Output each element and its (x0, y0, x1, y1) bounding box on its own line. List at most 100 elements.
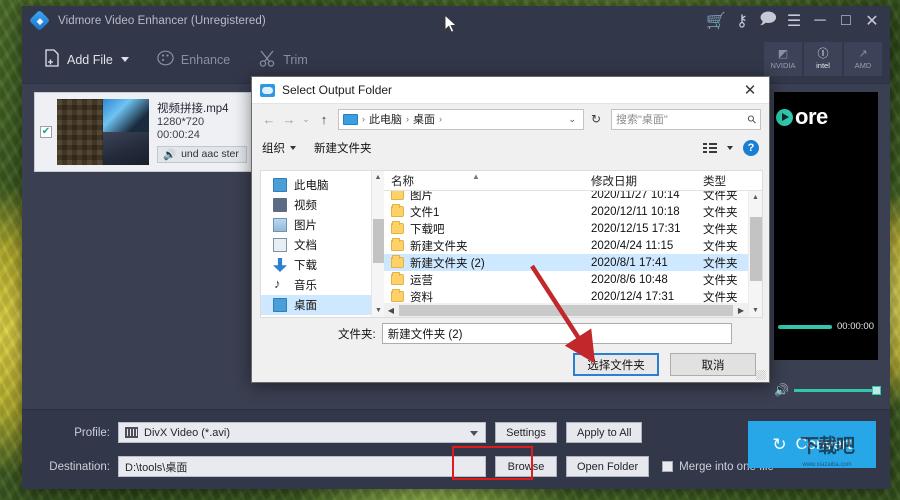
forward-icon[interactable]: → (280, 112, 298, 127)
minimize-icon[interactable]: ─ (808, 9, 832, 33)
feedback-icon[interactable]: 🗩 (756, 9, 780, 33)
open-folder-button[interactable]: Open Folder (566, 456, 650, 477)
trim-label: Trim (283, 52, 308, 67)
gpu-badge-nvidia[interactable]: ◩ NVIDIA (764, 42, 802, 76)
close-icon[interactable]: ✕ (860, 9, 884, 33)
tree-scrollbar[interactable]: ▲ ▼ (371, 171, 384, 317)
file-select-checkbox[interactable]: ✔ (40, 126, 52, 138)
key-icon[interactable]: ⚷ (730, 9, 754, 33)
select-folder-button[interactable]: 选择文件夹 (573, 353, 659, 376)
row-type-cell: 文件夹 (703, 274, 738, 287)
desktop-background: ◆ Vidmore Video Enhancer (Unregistered) … (0, 0, 900, 500)
scroll-up-icon[interactable]: ▲ (749, 191, 762, 204)
vertical-scrollbar-thumb[interactable] (750, 217, 762, 281)
apply-to-all-button[interactable]: Apply to All (566, 422, 643, 443)
dialog-close-icon[interactable]: ✕ (731, 77, 769, 104)
tree-item-pictures[interactable]: 图片 (261, 215, 371, 235)
chevron-down-icon[interactable]: ⌄ (568, 114, 579, 125)
row-name-label: 新建文件夹 (2) (410, 257, 485, 270)
preview-time: 00:00:00 (837, 321, 874, 332)
breadcrumb-desktop[interactable]: 桌面 (413, 111, 435, 127)
play-icon[interactable] (776, 108, 793, 126)
folder-name-input[interactable]: 新建文件夹 (2) (381, 323, 732, 344)
refresh-icon[interactable]: ↻ (586, 112, 606, 126)
add-file-button[interactable]: Add File (44, 49, 129, 70)
tree-item-this-pc[interactable]: 此电脑 (261, 175, 371, 195)
site-watermark: 下载吧 www.xiazaiba.com (766, 431, 888, 489)
column-header-date[interactable]: 修改日期 (584, 173, 696, 189)
organize-menu[interactable]: 组织 (262, 140, 296, 156)
volume-speaker-icon[interactable]: 🔊 (774, 384, 789, 396)
back-icon[interactable]: ← (260, 112, 278, 127)
merge-checkbox[interactable] (662, 461, 674, 472)
enhance-button[interactable]: Enhance (157, 50, 230, 69)
address-bar[interactable]: › 此电脑 › 桌面 › ⌄ (338, 108, 584, 130)
up-one-level-icon[interactable]: ↑ (314, 112, 334, 127)
file-list-horizontal-scrollbar[interactable]: ◀ ▶ (384, 303, 748, 317)
seek-bar[interactable] (778, 324, 833, 329)
gpu-badge-intel[interactable]: Ⓘ intel (804, 42, 842, 76)
intel-icon: Ⓘ (817, 47, 829, 60)
gpu-badge-amd[interactable]: ↗ AMD (844, 42, 882, 76)
preview-seek-row[interactable]: 00:00:00 (774, 321, 878, 332)
video-preview-panel[interactable]: ore 00:00:00 (774, 92, 878, 360)
row-type-cell: 文件夹 (703, 257, 738, 270)
tree-item-music[interactable]: 音乐 (261, 275, 371, 295)
breadcrumb-separator: › (439, 114, 442, 124)
table-row-selected[interactable]: 新建文件夹 (2) 2020/8/1 17:41 文件夹 (384, 254, 762, 271)
volume-slider[interactable] (793, 385, 881, 395)
cart-icon[interactable]: 🛒 (704, 9, 728, 33)
scroll-right-icon[interactable]: ▶ (734, 306, 748, 315)
table-row[interactable]: 运营 2020/8/6 10:48 文件夹 (384, 271, 762, 288)
scroll-down-icon[interactable]: ▼ (749, 304, 762, 317)
profile-select[interactable]: DivX Video (*.avi) (118, 422, 486, 443)
speaker-icon: 🔊 (163, 148, 177, 161)
tree-item-desktop[interactable]: 桌面 (261, 295, 371, 315)
column-header-type[interactable]: 类型 (696, 173, 746, 189)
cancel-button[interactable]: 取消 (670, 353, 756, 376)
chevron-down-icon[interactable] (727, 146, 733, 150)
row-type-cell: 文件夹 (703, 223, 738, 236)
row-date-cell: 2020/4/24 11:15 (591, 239, 674, 252)
file-list-vertical-scrollbar[interactable]: ▲ ▼ (748, 191, 762, 317)
column-header-name[interactable]: 名称 (384, 173, 584, 189)
scroll-left-icon[interactable]: ◀ (384, 306, 398, 315)
preview-brand-text: ore (795, 104, 828, 129)
trim-button[interactable]: Trim (258, 50, 308, 70)
tree-item-label: 文档 (294, 240, 317, 252)
recent-locations-icon[interactable]: ⌄ (300, 114, 312, 125)
tree-scrollbar-thumb[interactable] (373, 219, 384, 263)
amd-icon: ↗ (858, 47, 868, 60)
new-folder-button[interactable]: 新建文件夹 (314, 140, 372, 156)
tree-item-downloads[interactable]: 下载 (261, 255, 371, 275)
help-icon[interactable]: ? (743, 140, 759, 156)
view-layout-icon[interactable] (703, 142, 717, 154)
audio-track-selector[interactable]: 🔊 und aac ster (157, 145, 247, 163)
breadcrumb-this-pc[interactable]: 此电脑 (369, 111, 402, 127)
tree-item-videos[interactable]: 视频 (261, 195, 371, 215)
browse-button[interactable]: Browse (495, 456, 557, 477)
table-row[interactable]: 下载吧 2020/12/15 17:31 文件夹 (384, 220, 762, 237)
horizontal-scrollbar-thumb[interactable] (399, 304, 733, 316)
menu-icon[interactable]: ☰ (782, 9, 806, 33)
table-row[interactable]: 资料 2020/12/4 17:31 文件夹 (384, 288, 762, 303)
dialog-footer: 文件夹: 新建文件夹 (2) 选择文件夹 取消 (252, 323, 769, 376)
settings-button[interactable]: Settings (495, 422, 557, 443)
dialog-resize-grip[interactable] (756, 370, 766, 380)
file-select-checkbox-wrap[interactable]: ✔ (35, 126, 57, 138)
navigation-tree[interactable]: 此电脑 视频 图片 文档 下载 ♪ 音乐 桌面 (261, 171, 371, 317)
search-icon[interactable]: ⚲ (745, 112, 759, 126)
file-list-item[interactable]: ✔ 视频拼接.mp4 1280*720 00:00:24 🔊 und aac s… (34, 92, 262, 172)
scroll-up-icon[interactable]: ▲ (372, 171, 384, 184)
table-row[interactable]: 新建文件夹 2020/4/24 11:15 文件夹 (384, 237, 762, 254)
search-input[interactable]: 搜索"桌面" ⚲ (611, 108, 761, 130)
destination-input[interactable]: D:\tools\桌面 (118, 456, 486, 477)
table-row[interactable]: 图片 2020/11/27 10:14 文件夹 (384, 191, 762, 203)
tree-item-documents[interactable]: 文档 (261, 235, 371, 255)
volume-slider-knob[interactable] (872, 385, 881, 395)
maximize-icon[interactable]: □ (834, 9, 858, 33)
chevron-down-icon[interactable] (470, 431, 478, 436)
row-name-cell: 文件1 (384, 204, 584, 220)
volume-control[interactable]: 🔊 (774, 381, 881, 399)
table-row[interactable]: 文件1 2020/12/11 10:18 文件夹 (384, 203, 762, 220)
